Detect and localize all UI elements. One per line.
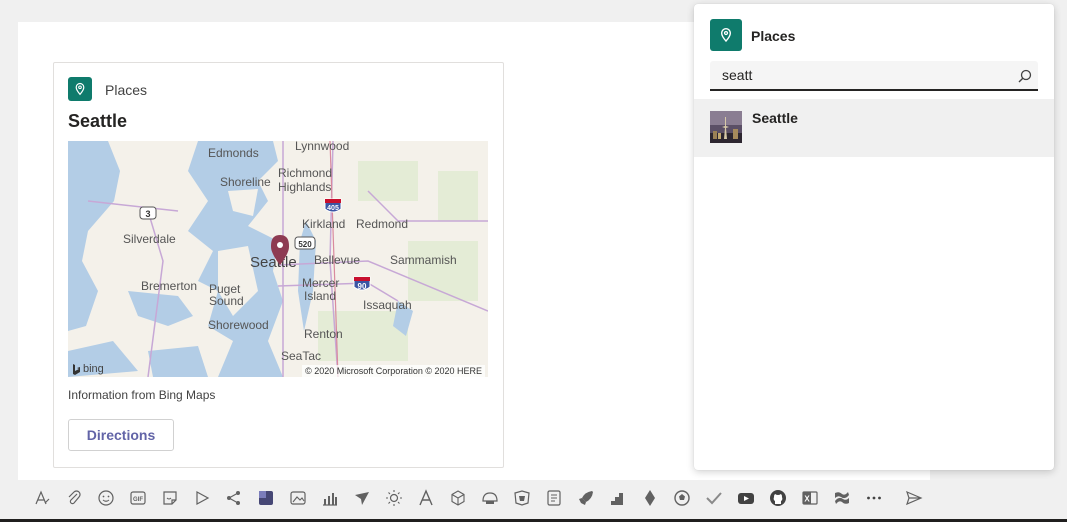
result-item[interactable]: Seattle	[694, 99, 1054, 157]
map-label-issaquah: Issaquah	[363, 298, 412, 312]
map-label-silverdale: Silverdale	[123, 232, 176, 246]
format-icon[interactable]	[30, 486, 54, 510]
map-label-bremerton: Bremerton	[141, 279, 197, 293]
search-input[interactable]	[722, 67, 1002, 83]
send-icon[interactable]	[902, 486, 926, 510]
rocket-icon[interactable]	[574, 486, 598, 510]
youtube-icon[interactable]	[734, 486, 758, 510]
cube-icon[interactable]	[446, 486, 470, 510]
github-icon[interactable]	[766, 486, 790, 510]
svg-text:3: 3	[145, 209, 150, 219]
directions-button[interactable]: Directions	[68, 419, 174, 451]
map-label-sammamish: Sammamish	[390, 253, 457, 267]
map[interactable]: Edmonds Lynnwood Shoreline Richmond High…	[68, 141, 488, 377]
svg-text:90: 90	[358, 282, 367, 291]
sticker-icon[interactable]	[158, 486, 182, 510]
map-label-sound: Sound	[209, 294, 244, 308]
chart-icon[interactable]	[318, 486, 342, 510]
cart-icon[interactable]	[510, 486, 534, 510]
stairs-icon[interactable]	[606, 486, 630, 510]
svg-text:GIF: GIF	[133, 497, 143, 503]
text-a-icon[interactable]	[414, 486, 438, 510]
confluence-icon[interactable]	[830, 486, 854, 510]
helmet-icon[interactable]	[478, 486, 502, 510]
meet-now-icon[interactable]	[190, 486, 214, 510]
check-icon[interactable]	[702, 486, 726, 510]
search-box[interactable]	[710, 61, 1038, 91]
soccer-icon[interactable]	[670, 486, 694, 510]
place-card: Places Seattle Edmonds Lynnwood Shorelin…	[53, 62, 504, 468]
plane-icon[interactable]	[350, 486, 374, 510]
map-label-mercer: Mercer	[302, 276, 339, 290]
app-tile-icon[interactable]	[254, 486, 278, 510]
map-label-renton: Renton	[304, 327, 343, 341]
image-icon[interactable]	[286, 486, 310, 510]
panel-title: Places	[751, 28, 796, 44]
search-icon[interactable]	[1018, 69, 1032, 88]
emoji-icon[interactable]	[94, 486, 118, 510]
notes-icon[interactable]	[542, 486, 566, 510]
sr520-shield: 520	[294, 236, 316, 250]
map-label-shoreline: Shoreline	[220, 175, 271, 189]
places-panel: Places Seattle	[694, 4, 1054, 470]
map-attribution: © 2020 Microsoft Corporation © 2020 HERE	[302, 365, 485, 377]
card-info-text: Information from Bing Maps	[68, 388, 216, 402]
diamond-icon[interactable]	[638, 486, 662, 510]
places-panel-icon	[710, 19, 742, 51]
map-label-shorewood: Shorewood	[208, 318, 269, 332]
office-icon[interactable]: X	[798, 486, 822, 510]
bing-logo: bing	[72, 363, 104, 375]
svg-text:405: 405	[327, 205, 339, 212]
more-icon[interactable]	[862, 486, 886, 510]
map-label-richmond: Richmond	[278, 166, 332, 180]
i90-shield: 90	[353, 276, 371, 291]
map-label-highlands: Highlands	[278, 180, 331, 194]
svg-text:520: 520	[298, 240, 312, 249]
compose-toolbar: GIF X	[30, 486, 1030, 510]
map-label-lynnwood: Lynnwood	[295, 141, 349, 153]
map-label-seatac: SeaTac	[281, 349, 321, 363]
map-label-bellevue: Bellevue	[314, 253, 360, 267]
card-app-name: Places	[105, 82, 148, 98]
places-app-icon	[68, 77, 92, 101]
map-label-island: Island	[304, 289, 336, 303]
card-title: Seattle	[68, 111, 128, 131]
map-label-redmond: Redmond	[356, 217, 408, 231]
i405-shield: 405	[324, 198, 342, 213]
result-thumbnail	[710, 111, 742, 143]
result-label: Seattle	[752, 110, 798, 126]
map-label-kirkland: Kirkland	[302, 217, 345, 231]
sun-icon[interactable]	[382, 486, 406, 510]
loop-icon[interactable]	[222, 486, 246, 510]
attach-icon[interactable]	[62, 486, 86, 510]
hwy-3-shield: 3	[139, 206, 157, 220]
map-label-seattle: Seattle	[250, 254, 297, 271]
gif-icon[interactable]: GIF	[126, 486, 150, 510]
map-label-edmonds: Edmonds	[208, 146, 259, 160]
bing-logo-text: bing	[83, 363, 104, 375]
svg-text:X: X	[804, 495, 810, 504]
